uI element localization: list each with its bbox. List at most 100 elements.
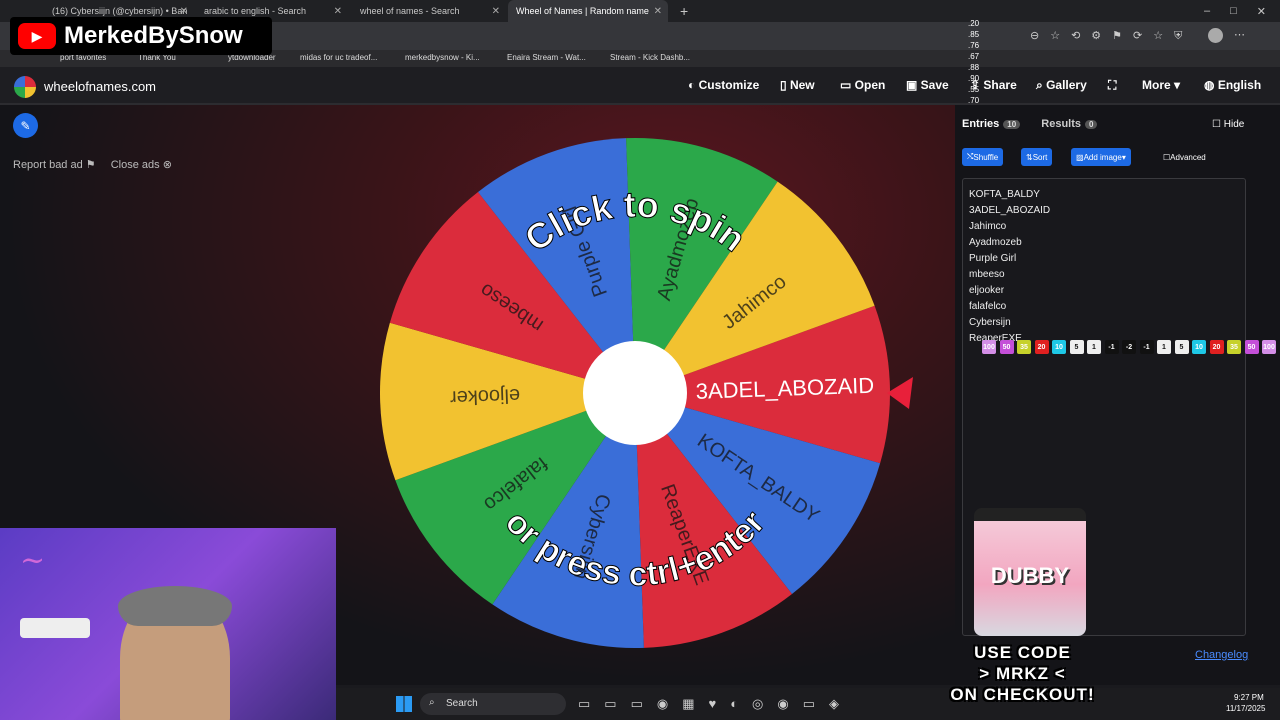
close-ads-link[interactable]: Close ads <box>111 159 160 171</box>
bookmark[interactable]: Enaira Stream - Wat... <box>507 53 586 62</box>
site-logo-text[interactable]: wheelofnames.com <box>44 79 156 94</box>
advanced-checkbox[interactable]: ☐ Advanced <box>1158 148 1211 166</box>
score-slot: 10 <box>1192 340 1206 354</box>
beanie-hat <box>118 586 232 626</box>
changelog-link[interactable]: Changelog <box>1195 649 1248 661</box>
windows-start-icon[interactable] <box>396 696 412 712</box>
entry-line: Ayadmozeb <box>969 237 1022 248</box>
more-label: More <box>1142 78 1171 92</box>
new-label: New <box>789 78 815 92</box>
score-slot: 10 <box>1052 340 1066 354</box>
entry-line: KOFTA_BALDY <box>969 189 1040 200</box>
browser-tab[interactable]: wheel of names - Search ✕ <box>352 0 506 22</box>
ticker-value: .76 <box>968 41 980 50</box>
flag-icon[interactable]: ⚑ <box>86 159 96 171</box>
spin-wheel[interactable]: 3ADEL_ABOZAIDKOFTA_BALDYReaperEXECybersi… <box>375 133 915 653</box>
tab-results[interactable]: Results 0 <box>1041 118 1098 130</box>
wheel-center-hub[interactable] <box>583 341 687 445</box>
profile-avatar[interactable] <box>1208 28 1223 43</box>
minimize-icon[interactable]: – <box>1204 5 1210 17</box>
tab-label: arabic to english - Search <box>204 6 307 16</box>
tab-label: (16) Cybersiijn (@cybersijn) • Ban <box>52 6 188 16</box>
bookmark[interactable]: Stream - Kick Dashb... <box>610 53 690 62</box>
save-label: Save <box>920 78 949 92</box>
more-button[interactable]: More ▾ <box>1142 78 1180 92</box>
advanced-label: Advanced <box>1170 152 1206 162</box>
score-slot: 1 <box>1157 340 1171 354</box>
score-slot: 100 <box>1262 340 1276 354</box>
shuffle-button[interactable]: ⤭ Shuffle <box>962 148 1004 166</box>
promo-line: ON CHECKOUT! <box>950 685 1095 704</box>
sort-button[interactable]: ⇅ Sort <box>1021 148 1053 166</box>
tab-entries[interactable]: Entries 10 <box>962 118 1021 130</box>
open-button[interactable]: ▭ Open <box>840 78 885 92</box>
hide-toggle[interactable]: ☐ Hide <box>1212 119 1244 130</box>
customize-label: Customize <box>698 78 760 92</box>
fullscreen-icon[interactable]: ⛶ <box>1108 78 1116 93</box>
maximize-icon[interactable]: □ <box>1230 5 1237 17</box>
close-tab-icon[interactable]: ✕ <box>334 6 342 17</box>
ticker-values: .20 .85 .76 .67 .88 .90 .55 .70 <box>968 18 979 106</box>
ticker-value: .90 <box>968 74 980 83</box>
customize-button[interactable]: ◐ Customize <box>688 78 759 92</box>
score-slot: -2 <box>1122 340 1136 354</box>
site-header: wheelofnames.com ◐ Customize ▯ New ▭ Ope… <box>0 67 1280 105</box>
taskbar-app-icons[interactable]: ▭▭▭◉▦♥◐◎◉▭◈ <box>578 696 853 712</box>
logo-icon[interactable] <box>14 76 36 98</box>
bookmark[interactable]: midas for uc tradeof... <box>300 53 377 62</box>
language-label: English <box>1217 78 1262 92</box>
menu-icon[interactable]: ⋯ <box>1234 28 1245 41</box>
entries-label: Entries <box>962 118 1000 130</box>
entries-count-badge: 10 <box>1003 120 1021 129</box>
energy-drink-can: DUBBY <box>974 508 1086 636</box>
entry-line: Purple Girl <box>969 253 1017 264</box>
ticker-value: .20 <box>968 19 980 28</box>
close-circle-icon[interactable]: ⊗ <box>163 159 172 171</box>
bookmark[interactable]: merkedbysnow - Ki... <box>405 53 480 62</box>
youtube-channel-banner: ▶ MerkedBySnow <box>10 17 272 55</box>
close-window-icon[interactable]: ✕ <box>1257 5 1266 18</box>
browser-toolbar-icons[interactable]: ⊖☆⟲⚙⚑⟳☆⛨ <box>1030 29 1193 43</box>
wheel-pointer-icon <box>887 377 913 409</box>
tab-label: Wheel of Names | Random name <box>516 6 649 16</box>
score-slot: 20 <box>1034 340 1049 354</box>
new-button[interactable]: ▯ New <box>780 78 815 92</box>
taskbar-search-label: Search <box>446 698 478 709</box>
close-tab-icon[interactable]: ✕ <box>654 6 662 17</box>
wheel-slice-label: eljooker <box>449 384 520 408</box>
results-label: Results <box>1041 118 1082 130</box>
new-tab-button[interactable]: + <box>672 0 692 22</box>
save-button[interactable]: ▣ Save <box>906 78 949 92</box>
youtube-logo-icon: ▶ <box>18 23 56 49</box>
clock-time: 9:27 PM <box>1234 693 1264 702</box>
panel-tabs: Entries 10 Results 0 ☐ Hide <box>962 118 1244 130</box>
can-brand-text: DUBBY <box>990 563 1070 588</box>
entry-line: Cybersijn <box>969 317 1011 328</box>
pencil-icon: ✎ <box>20 118 31 133</box>
microphone <box>20 618 90 638</box>
results-count-badge: 0 <box>1085 120 1098 129</box>
promo-line: USE CODE <box>974 643 1071 662</box>
promo-code-overlay: USE CODE > MRKZ < ON CHECKOUT! <box>915 642 1130 705</box>
browser-tab-active[interactable]: Wheel of Names | Random name ✕ <box>508 0 668 22</box>
hide-label: Hide <box>1223 119 1245 130</box>
ticker-value: .70 <box>968 96 980 105</box>
sort-label: Sort <box>1032 152 1048 162</box>
score-slot: 5 <box>1174 340 1189 354</box>
entry-line: falafelco <box>969 301 1007 312</box>
gallery-button[interactable]: ⌕ Gallery <box>1036 78 1087 93</box>
edit-pencil-button[interactable]: ✎ <box>13 113 38 138</box>
language-button[interactable]: ◍ English <box>1204 78 1261 92</box>
close-tab-icon[interactable]: ✕ <box>492 6 500 17</box>
close-tab-icon[interactable]: ✕ <box>180 6 188 17</box>
score-slot: 1 <box>1087 340 1101 354</box>
neon-sign: ~ <box>20 543 46 578</box>
add-image-button[interactable]: ▨ Add image ▾ <box>1071 148 1131 166</box>
shuffle-label: Shuffle <box>973 152 999 162</box>
score-slot: 5 <box>1069 340 1084 354</box>
taskbar-search[interactable]: ⌕ Search <box>420 693 566 715</box>
score-slot: -1 <box>1139 340 1154 354</box>
entry-line: eljooker <box>969 285 1005 296</box>
report-bad-ad-link[interactable]: Report bad ad <box>13 159 83 171</box>
window-controls[interactable]: – □ ✕ <box>1196 0 1266 22</box>
